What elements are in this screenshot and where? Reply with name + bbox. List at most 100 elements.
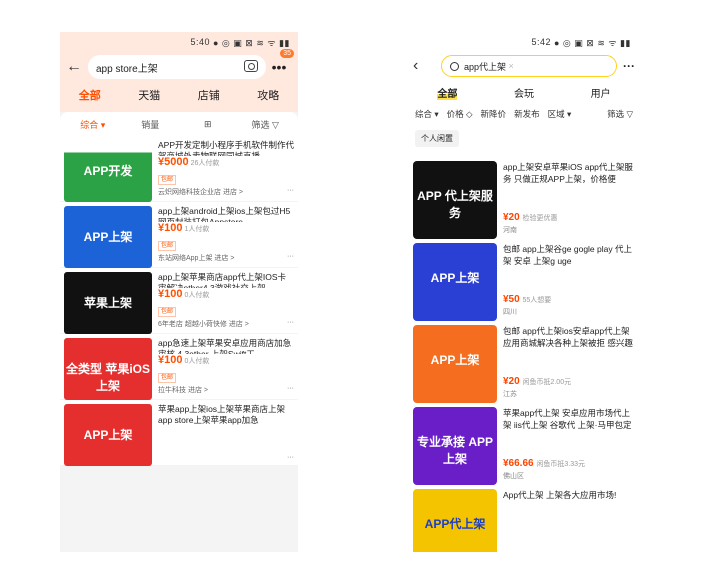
sold-count: 0人付款 <box>184 292 210 299</box>
thumb-text: APP代上架 <box>424 517 486 531</box>
grid-icon[interactable]: ⊞ <box>179 119 237 130</box>
product-card[interactable]: 苹果上架 app上架苹果商店app代上架IOS卡审解决other4.3游戏社交上… <box>60 268 298 334</box>
listing-extra: 闲鱼币抵2.00元 <box>522 379 572 386</box>
back-icon[interactable]: ‹ <box>413 57 435 75</box>
thumb-text: 全类型 苹果iOS上架 <box>65 362 150 393</box>
thumb-text: APP上架 <box>430 353 480 367</box>
listing-card[interactable]: APP 代上架服务 app上架安卓苹果iOS app代上架服务 只做正规APP上… <box>409 157 639 239</box>
filter-button[interactable]: 筛选 ▽ <box>237 118 295 131</box>
product-card[interactable]: APP上架 app上架android上架ios上架包过H5网页封装打包Appst… <box>60 202 298 268</box>
more-options-icon[interactable]: ··· <box>287 253 294 263</box>
product-thumbnail[interactable]: 苹果上架 <box>64 272 152 334</box>
tab-all[interactable]: 全部 <box>79 87 101 103</box>
listing-card[interactable]: APP代上架 App代上架 上架各大应用市场! <box>409 485 639 552</box>
filter-button[interactable]: 筛选 ▽ <box>607 108 633 120</box>
more-icon[interactable]: ••• 35 <box>266 49 294 75</box>
product-thumbnail[interactable]: APP开发 <box>64 140 152 202</box>
product-title[interactable]: app急速上架苹果安卓应用商店加急审核 4.3other 上架Swift工 <box>158 338 294 354</box>
filter-sort[interactable]: 综合 ▾ <box>64 118 122 131</box>
product-thumbnail[interactable]: APP上架 <box>64 404 152 466</box>
product-title[interactable]: APP开发定制小程序手机软件制作代驾商城外卖物联网同城直播 <box>158 140 294 156</box>
shop-name[interactable]: 云炽网络科技企业店 进店 > <box>158 187 243 197</box>
back-icon[interactable]: ← <box>66 58 88 76</box>
product-card[interactable]: APP开发 APP开发定制小程序手机软件制作代驾商城外卖物联网同城直播 ¥500… <box>60 136 298 202</box>
status-time: 5:40 <box>190 37 210 47</box>
listing-thumbnail[interactable]: APP代上架 <box>413 489 497 552</box>
notification-badge: 35 <box>280 49 294 58</box>
tab-shop[interactable]: 店铺 <box>198 87 220 103</box>
right-product-list: APP 代上架服务 app上架安卓苹果iOS app代上架服务 只做正规APP上… <box>409 157 639 552</box>
shop-name[interactable]: 拉牛科技 进店 > <box>158 385 208 395</box>
filter-sales[interactable]: 销量 <box>122 118 180 131</box>
filter-price-drop[interactable]: 新降价 <box>481 108 507 120</box>
product-card[interactable]: 全类型 苹果iOS上架 app急速上架苹果安卓应用商店加急审核 4.3other… <box>60 334 298 400</box>
listing-price: ¥66.66 <box>503 458 534 469</box>
listing-extra: 检验更优惠 <box>522 215 558 222</box>
shop-name[interactable]: 东站网络App上架 进店 > <box>158 253 234 263</box>
listing-thumbnail[interactable]: APP 代上架服务 <box>413 161 497 239</box>
free-shipping-tag: 包邮 <box>158 307 177 317</box>
free-shipping-tag: 包邮 <box>158 373 177 383</box>
thumb-text: APP上架 <box>83 428 133 442</box>
listing-location: 江苏 <box>503 391 517 398</box>
listing-card[interactable]: APP上架 包邮 app上架谷ge gogle play 代上架 安卓 上架g … <box>409 239 639 321</box>
listing-title[interactable]: app上架安卓苹果iOS app代上架服务 只做正规APP上架，价格便 <box>503 161 635 185</box>
listing-price: ¥20 <box>503 212 520 223</box>
status-bar: 5:42 ● ◎ ▣ ⊠ ≋ ᯤ ▮▮ <box>531 37 631 48</box>
more-options-icon[interactable]: ··· <box>287 454 294 461</box>
listing-card[interactable]: APP上架 包邮 app代上架ios安卓app代上架应用商城解决各种上架被拒 感… <box>409 321 639 403</box>
more-options-icon[interactable]: ··· <box>287 319 294 329</box>
sold-count: 0人付款 <box>184 358 210 365</box>
filter-bar: 综合 ▾ 销量 ⊞ 筛选 ▽ <box>60 112 298 136</box>
left-product-list: APP开发 APP开发定制小程序手机软件制作代驾商城外卖物联网同城直播 ¥500… <box>60 136 298 466</box>
listing-title[interactable]: 苹果app代上架 安卓应用市场代上架 iis代上架 谷歌代 上架·马甲包定 <box>503 407 635 431</box>
tab-tmall[interactable]: 天猫 <box>138 87 160 103</box>
product-thumbnail[interactable]: APP上架 <box>64 206 152 268</box>
listing-title[interactable]: 包邮 app上架谷ge gogle play 代上架 安卓 上架g uge <box>503 243 635 267</box>
tab-users[interactable]: 用户 <box>591 85 611 100</box>
product-title[interactable]: app上架android上架ios上架包过H5网页封装打包Appstore <box>158 206 294 222</box>
filter-new[interactable]: 新发布 <box>514 108 540 120</box>
right-phone-screen: 5:42 ● ◎ ▣ ⊠ ≋ ᯤ ▮▮ ‹ app代上架 × ··· 全部 会玩… <box>409 32 639 552</box>
thumb-text: APP上架 <box>83 230 133 244</box>
listing-thumbnail[interactable]: 专业承接 APP上架 <box>413 407 497 485</box>
product-title[interactable]: 苹果app上架ios上架苹果商店上架app store上架苹果app加急 <box>158 404 294 426</box>
product-title[interactable]: app上架苹果商店app代上架IOS卡审解决other4.3游戏社交上架 <box>158 272 294 288</box>
listing-title[interactable]: App代上架 上架各大应用市场! <box>503 489 635 501</box>
shop-name[interactable]: 6年老店 超越小荷快修 进店 > <box>158 319 249 329</box>
filter-pill-personal[interactable]: 个人闲置 <box>415 130 459 147</box>
filter-sort[interactable]: 综合 ▾ <box>415 108 439 120</box>
filter-region[interactable]: 区域 ▾ <box>548 108 572 120</box>
search-input[interactable]: app代上架 × <box>441 55 617 77</box>
product-thumbnail[interactable]: 全类型 苹果iOS上架 <box>64 338 152 400</box>
listing-title[interactable]: 包邮 app代上架ios安卓app代上架应用商城解决各种上架被拒 感兴趣 <box>503 325 635 349</box>
listing-thumbnail[interactable]: APP上架 <box>413 243 497 321</box>
more-options-icon[interactable]: ··· <box>287 187 294 197</box>
filter-price[interactable]: 价格 ◇ <box>447 108 473 120</box>
listing-location: 四川 <box>503 309 517 316</box>
sold-count: 26人付款 <box>190 160 220 167</box>
camera-icon[interactable] <box>244 60 258 72</box>
tab-fun[interactable]: 会玩 <box>514 85 534 100</box>
product-card[interactable]: APP上架 苹果app上架ios上架苹果商店上架app store上架苹果app… <box>60 400 298 466</box>
status-bar: 5:40 ● ◎ ▣ ⊠ ≋ ᯤ ▮▮ <box>190 37 290 48</box>
tab-guide[interactable]: 攻略 <box>257 87 279 103</box>
sold-count: 1人付款 <box>184 226 210 233</box>
more-options-icon[interactable]: ··· <box>287 385 294 395</box>
listing-card[interactable]: 专业承接 APP上架 苹果app代上架 安卓应用市场代上架 iis代上架 谷歌代… <box>409 403 639 485</box>
listing-thumbnail[interactable]: APP上架 <box>413 325 497 403</box>
search-icon <box>450 61 459 71</box>
thumb-text: APP 代上架服务 <box>417 189 493 220</box>
search-input[interactable]: app store上架 <box>88 55 266 79</box>
free-shipping-tag: 包邮 <box>158 241 177 251</box>
right-header: 5:42 ● ◎ ▣ ⊠ ≋ ᯤ ▮▮ ‹ app代上架 × ··· 全部 会玩… <box>409 32 639 157</box>
product-price: ¥100 <box>158 288 183 300</box>
product-price: ¥5000 <box>158 156 189 168</box>
thumb-text: 苹果上架 <box>83 296 132 310</box>
clear-icon[interactable]: × <box>509 61 514 71</box>
listing-extra: 55人想要 <box>522 297 552 304</box>
listing-price: ¥20 <box>503 376 520 387</box>
left-phone-screen: 5:40 ● ◎ ▣ ⊠ ≋ ᯤ ▮▮ ← app store上架 ••• 35 … <box>60 32 298 552</box>
more-icon[interactable]: ··· <box>623 59 635 73</box>
tab-all[interactable]: 全部 <box>437 84 458 100</box>
